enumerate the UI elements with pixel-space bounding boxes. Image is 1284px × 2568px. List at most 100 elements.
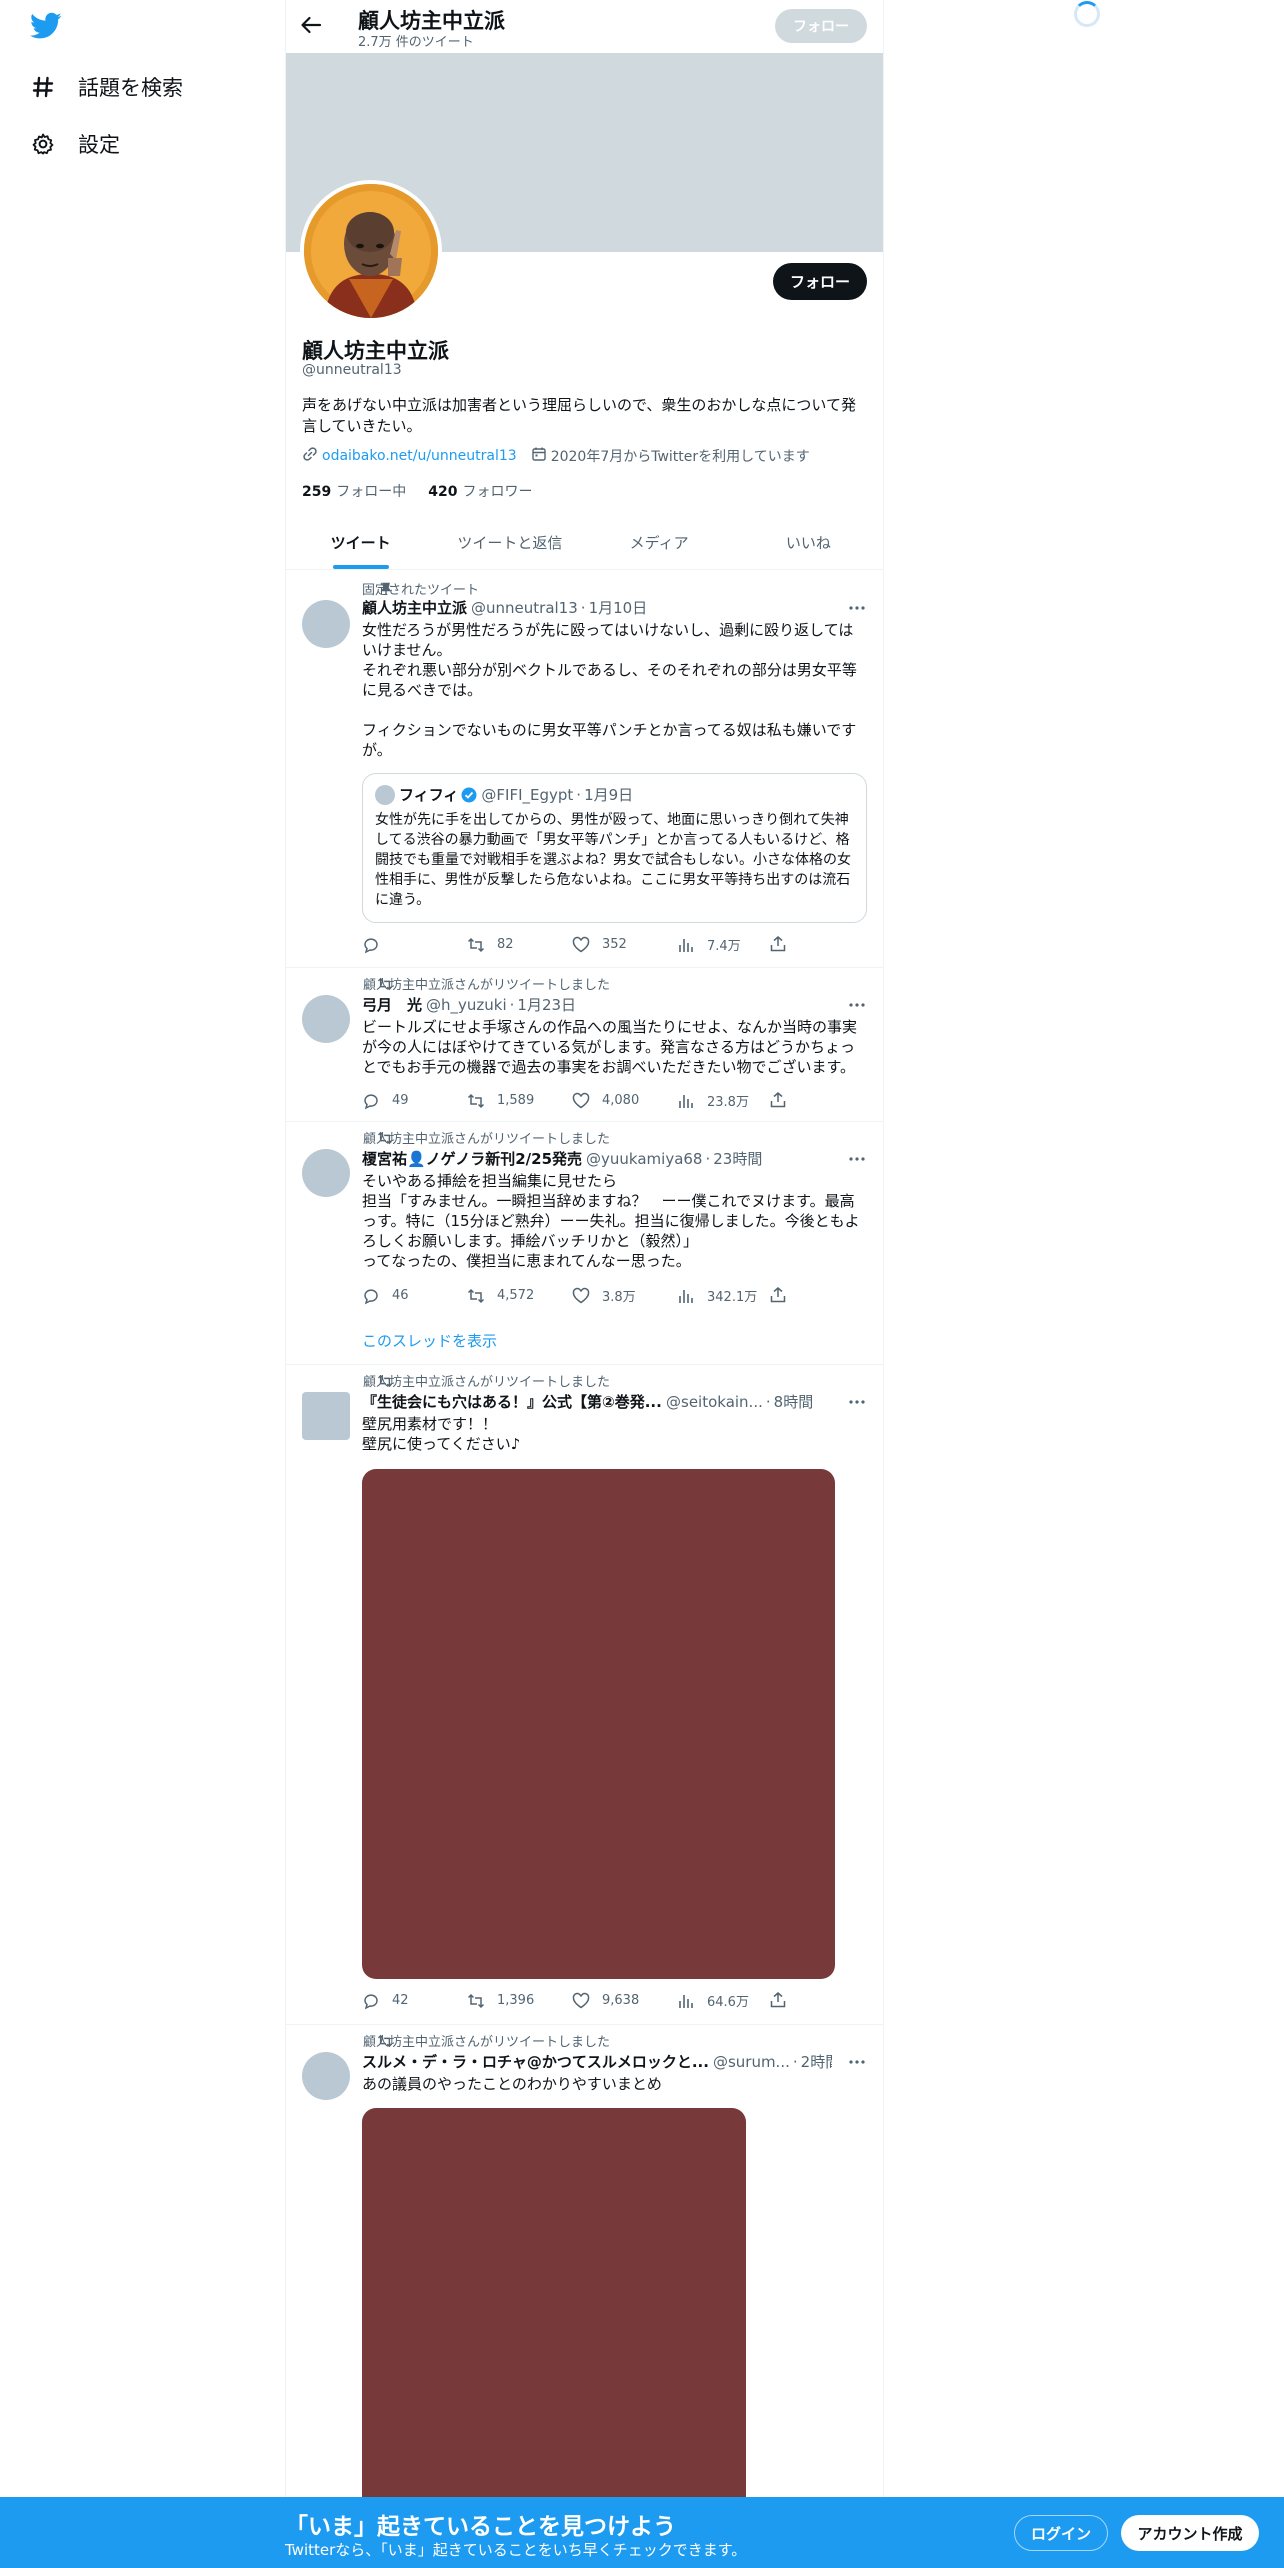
more-icon[interactable] [847, 1149, 867, 1169]
profile-handle: @unneutral13 [302, 362, 402, 378]
tab-likes[interactable]: いいね [734, 515, 883, 569]
tweet-author-handle[interactable]: @h_yuzuki [426, 996, 507, 1014]
views-button[interactable]: 23.8万 [677, 1091, 782, 1110]
more-icon[interactable] [847, 995, 867, 1015]
profile-column: 顧人坊主中立派 2.7万 件のツイート フォロー フォロー 顧人坊主中立派 @u… [285, 0, 884, 2568]
twitter-bird-icon[interactable] [30, 12, 66, 44]
pin-icon [379, 582, 393, 596]
views-button[interactable]: 64.6万 [677, 1991, 782, 2010]
retweet-icon [377, 977, 393, 991]
profile-follow-stats: 259 フォロー中 420 フォロワー [302, 481, 532, 501]
retweet-button[interactable]: 4,572 [467, 1286, 572, 1305]
profile-tabs: ツイート ツイートと返信 メディア いいね [286, 515, 883, 570]
avatar[interactable] [302, 1392, 350, 1440]
avatar[interactable] [302, 600, 350, 648]
tweet[interactable]: 顧人坊主中立派さんがリツイートしました スルメ・デ・ラ・ロチャ@かつてスルメロッ… [286, 2025, 883, 2508]
nav-settings[interactable]: 設定 [30, 124, 120, 164]
tweet[interactable]: 固定されたツイート 顧人坊主中立派 @unneutral13 · 1月10日 女… [286, 571, 883, 968]
gear-icon [30, 131, 56, 157]
more-icon[interactable] [847, 1392, 867, 1412]
avatar [375, 784, 395, 805]
reply-button[interactable]: 46 [362, 1286, 467, 1305]
retweet-button[interactable]: 1,396 [467, 1991, 572, 2010]
profile-link[interactable]: odaibako.net/u/unneutral13 [322, 448, 517, 464]
signup-banner: 「いま」起きていることを見つけよう Twitterなら、「いま」起きていることを… [0, 2497, 1284, 2568]
followers-stat[interactable]: 420 フォロワー [428, 481, 532, 501]
tab-tweets-replies[interactable]: ツイートと返信 [435, 515, 584, 569]
tweet-actions: 42 1,396 9,638 64.6万 [362, 1991, 782, 2010]
tweet-author-name[interactable]: スルメ・デ・ラ・ロチャ@かつてスルメロックと... [362, 2051, 709, 2072]
views-button[interactable]: 7.4万 [677, 935, 782, 954]
calendar-icon [531, 446, 547, 466]
tweet[interactable]: 顧人坊主中立派さんがリツイートしました 弓月 光 @h_yuzuki · 1月2… [286, 968, 883, 1122]
link-icon [302, 446, 318, 466]
like-button[interactable]: 352 [572, 935, 677, 954]
tweet-time[interactable]: 23時間 [713, 1148, 762, 1169]
quoted-tweet[interactable]: フィフィ @FIFI_Egypt · 1月9日 女性が先に手を出してからの、男性… [362, 773, 867, 923]
reply-button[interactable] [362, 935, 467, 954]
tweet-author-name[interactable]: 顧人坊主中立派 [362, 597, 467, 618]
follow-button[interactable]: フォロー [773, 263, 867, 300]
retweet-button[interactable]: 1,589 [467, 1091, 572, 1110]
hash-icon [30, 74, 56, 100]
profile-header-bar: 顧人坊主中立派 2.7万 件のツイート フォロー [286, 0, 883, 52]
tweet-author-name[interactable]: 弓月 光 [362, 994, 422, 1015]
like-button[interactable]: 3.8万 [572, 1286, 677, 1305]
verified-badge-icon [461, 787, 477, 803]
tweet-actions: 49 1,589 4,080 23.8万 [362, 1091, 782, 1110]
following-stat[interactable]: 259 フォロー中 [302, 481, 406, 501]
more-icon[interactable] [847, 2052, 867, 2072]
reply-button[interactable]: 42 [362, 1991, 467, 2010]
retweet-button[interactable]: 82 [467, 935, 572, 954]
tweet-time[interactable]: 8時間 [774, 1391, 814, 1412]
tweet[interactable]: 顧人坊主中立派さんがリツイートしました 榎宮祐👤ノゲノラ新刊2/25発売 @yu… [286, 1122, 883, 1365]
quoted-author-handle: @FIFI_Egypt [481, 785, 574, 804]
profile-joined: 2020年7月からTwitterを利用しています [550, 449, 810, 465]
tweet-author-name[interactable]: 榎宮祐👤ノゲノラ新刊2/25発売 [362, 1148, 582, 1169]
tab-tweets[interactable]: ツイート [286, 515, 435, 569]
like-button[interactable]: 4,080 [572, 1091, 677, 1110]
retweet-icon [377, 2034, 393, 2048]
signup-banner-subtitle: Twitterなら、「いま」起きていることをいち早くチェックできます。 [285, 2541, 747, 2559]
tweet-author-handle[interactable]: @surum... [713, 2053, 790, 2071]
tweet-actions: 82 352 7.4万 [362, 935, 782, 954]
views-button[interactable]: 342.1万 [677, 1286, 782, 1305]
share-icon[interactable] [769, 935, 787, 957]
tweet-actions: 46 4,572 3.8万 342.1万 [362, 1286, 782, 1305]
tweet-text: あの議員のやったことのわかりやすいまとめ [362, 2075, 662, 2093]
tab-media[interactable]: メディア [585, 515, 734, 569]
tweet-media-image[interactable] [362, 1469, 835, 1979]
share-icon[interactable] [769, 1991, 787, 2013]
tweet-author-handle[interactable]: @yuukamiya68 [586, 1150, 702, 1168]
nav-explore[interactable]: 話題を検索 [30, 67, 183, 107]
reply-icon [364, 937, 378, 953]
header-follow-button[interactable]: フォロー [775, 9, 867, 43]
avatar[interactable] [302, 1149, 350, 1197]
tweet-author-handle[interactable]: @unneutral13 [471, 599, 578, 617]
tweet-time[interactable]: 1月23日 [517, 994, 576, 1015]
loading-spinner [1074, 1, 1100, 27]
back-arrow-icon[interactable] [300, 14, 324, 38]
tweet-time[interactable]: 2時間 [801, 2051, 832, 2072]
more-icon[interactable] [847, 598, 867, 618]
share-icon[interactable] [769, 1091, 787, 1113]
tweet-media-image[interactable] [362, 2108, 746, 2508]
heart-icon [572, 936, 590, 952]
tweet-time[interactable]: 1月10日 [589, 597, 648, 618]
login-button[interactable]: ログイン [1014, 2515, 1108, 2551]
tweet-context: 顧人坊主中立派さんがリツイートしました [363, 977, 611, 993]
tweet-header: 顧人坊主中立派 @unneutral13 · 1月10日 [362, 597, 648, 618]
like-button[interactable]: 9,638 [572, 1991, 677, 2010]
tweet-author-name[interactable]: 『生徒会にも穴はある！』公式【第②巻発... 🌞 [362, 1391, 662, 1412]
profile-name: 顧人坊主中立派 [302, 339, 449, 363]
share-icon[interactable] [769, 1286, 787, 1308]
profile-bio: 声をあげない中立派は加害者という理屈らしいので、衆生のおかしな点について発言して… [302, 396, 856, 435]
tweet[interactable]: 顧人坊主中立派さんがリツイートしました 『生徒会にも穴はある！』公式【第②巻発.… [286, 1365, 883, 2025]
reply-button[interactable]: 49 [362, 1091, 467, 1110]
tweet-author-handle[interactable]: @seitokain... [666, 1393, 763, 1411]
show-thread-link[interactable]: このスレッドを表示 [362, 1330, 497, 1351]
avatar[interactable] [302, 995, 350, 1043]
profile-avatar[interactable] [300, 180, 442, 322]
signup-button[interactable]: アカウント作成 [1121, 2515, 1259, 2551]
avatar[interactable] [302, 2052, 350, 2100]
